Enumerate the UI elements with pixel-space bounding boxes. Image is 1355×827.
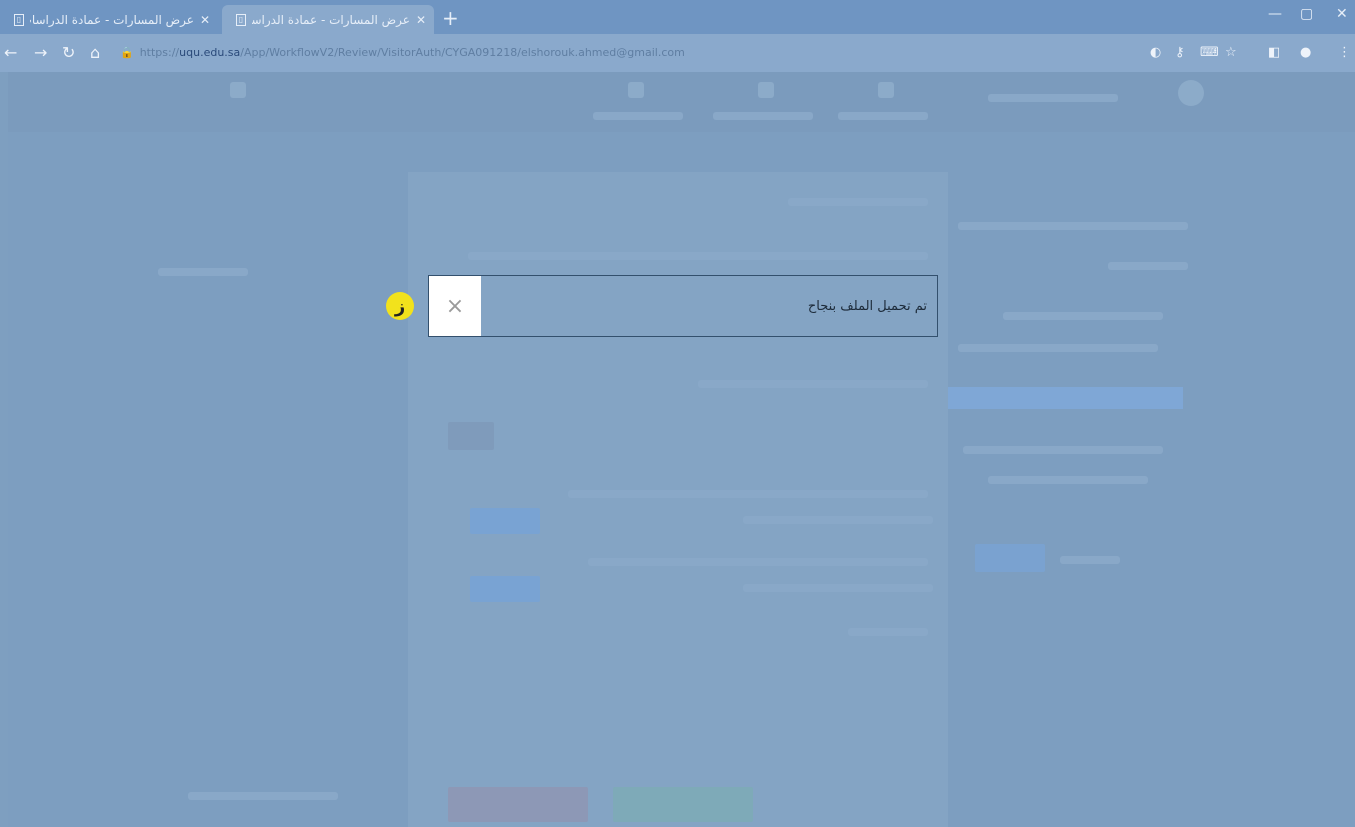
- cancel-button-dimmed: [448, 787, 588, 822]
- extension-icon[interactable]: ◧: [1268, 45, 1280, 60]
- upload-success-toast: × تم تحميل الملف بنجاح: [428, 275, 938, 337]
- annotation-marker: ز: [386, 292, 414, 320]
- close-icon: ×: [445, 293, 465, 319]
- user-name: [988, 94, 1118, 102]
- dialog-text: [848, 628, 928, 636]
- side-text: [963, 446, 1163, 454]
- dialog-text: [568, 490, 928, 498]
- upload-button-dimmed: [470, 508, 540, 534]
- nav-label: [593, 112, 683, 120]
- minimize-icon[interactable]: —: [1268, 6, 1282, 22]
- page-content-dimmed: [8, 72, 1355, 827]
- close-window-icon[interactable]: ✕: [1336, 6, 1348, 22]
- side-text: [1108, 262, 1188, 270]
- maximize-icon[interactable]: ▢: [1300, 6, 1313, 22]
- dialog-text: [743, 584, 933, 592]
- url-path: /App/WorkflowV2/Review/VisitorAuth/CYGA0…: [240, 46, 685, 59]
- side-text: [958, 344, 1158, 352]
- tab-title: عرض المسارات - عمادة الدراسات: [252, 12, 410, 27]
- toast-close-button[interactable]: ×: [429, 276, 481, 336]
- side-text: [1060, 556, 1120, 564]
- page-favicon-icon: ▯: [236, 13, 246, 26]
- nav-icon: [758, 82, 774, 98]
- nav-icon: [878, 82, 894, 98]
- dialog-text: [588, 558, 928, 566]
- nav-icon: [628, 82, 644, 98]
- browser-toolbar: ← → ↻ ⌂ 🔒 https://uqu.edu.sa/App/Workflow…: [0, 34, 1355, 72]
- profile-avatar-icon[interactable]: ●: [1300, 45, 1311, 60]
- nav-label: [713, 112, 813, 120]
- address-bar[interactable]: 🔒 https://uqu.edu.sa/App/WorkflowV2/Revie…: [120, 42, 1140, 64]
- reload-icon[interactable]: ↻: [62, 43, 75, 62]
- bookmark-star-icon[interactable]: ☆: [1225, 45, 1237, 60]
- background-dialog: [408, 172, 948, 827]
- progress-bar-dimmed: [943, 387, 1183, 409]
- menu-icon[interactable]: ⋮: [1338, 45, 1351, 60]
- side-button: [975, 544, 1045, 572]
- side-text: [958, 222, 1188, 230]
- upload-button-dimmed: [470, 576, 540, 602]
- sidebar-label: [158, 268, 248, 276]
- extension-icon[interactable]: ◐: [1150, 45, 1161, 60]
- forward-icon[interactable]: →: [34, 43, 47, 62]
- avatar: [1178, 80, 1204, 106]
- footer-text: [188, 792, 338, 800]
- side-text: [1003, 312, 1163, 320]
- dialog-field: [448, 422, 494, 450]
- submit-button-dimmed: [613, 787, 753, 822]
- page-favicon-icon: ▯: [14, 13, 24, 26]
- close-tab-icon[interactable]: ✕: [416, 13, 426, 27]
- translate-icon[interactable]: ⌨: [1200, 45, 1219, 60]
- dialog-text: [468, 252, 928, 260]
- home-icon[interactable]: ⌂: [90, 43, 100, 62]
- toast-message: تم تحميل الملف بنجاح: [807, 298, 927, 314]
- dialog-title: [788, 198, 928, 206]
- back-icon[interactable]: ←: [4, 43, 17, 62]
- url-scheme: https://: [139, 46, 180, 59]
- browser-tab[interactable]: ▯ عرض المسارات - عمادة الدراسات ✕: [0, 5, 218, 34]
- nav-label: [838, 112, 928, 120]
- close-tab-icon[interactable]: ✕: [200, 13, 210, 27]
- nav-icon: [230, 82, 246, 98]
- dialog-text: [698, 380, 928, 388]
- tab-title: عرض المسارات - عمادة الدراسات: [30, 12, 194, 27]
- browser-tab-strip: ▯ عرض المسارات - عمادة الدراسات ✕ ▯ عرض …: [0, 0, 1355, 34]
- browser-tab-active[interactable]: ▯ عرض المسارات - عمادة الدراسات ✕: [222, 5, 434, 34]
- url-host: uqu.edu.sa: [179, 46, 241, 59]
- new-tab-icon[interactable]: +: [442, 6, 459, 30]
- dialog-text: [743, 516, 933, 524]
- side-text: [988, 476, 1148, 484]
- page-header-dimmed: [8, 72, 1355, 132]
- key-icon[interactable]: ⚷: [1175, 45, 1185, 60]
- lock-icon: 🔒: [120, 46, 134, 59]
